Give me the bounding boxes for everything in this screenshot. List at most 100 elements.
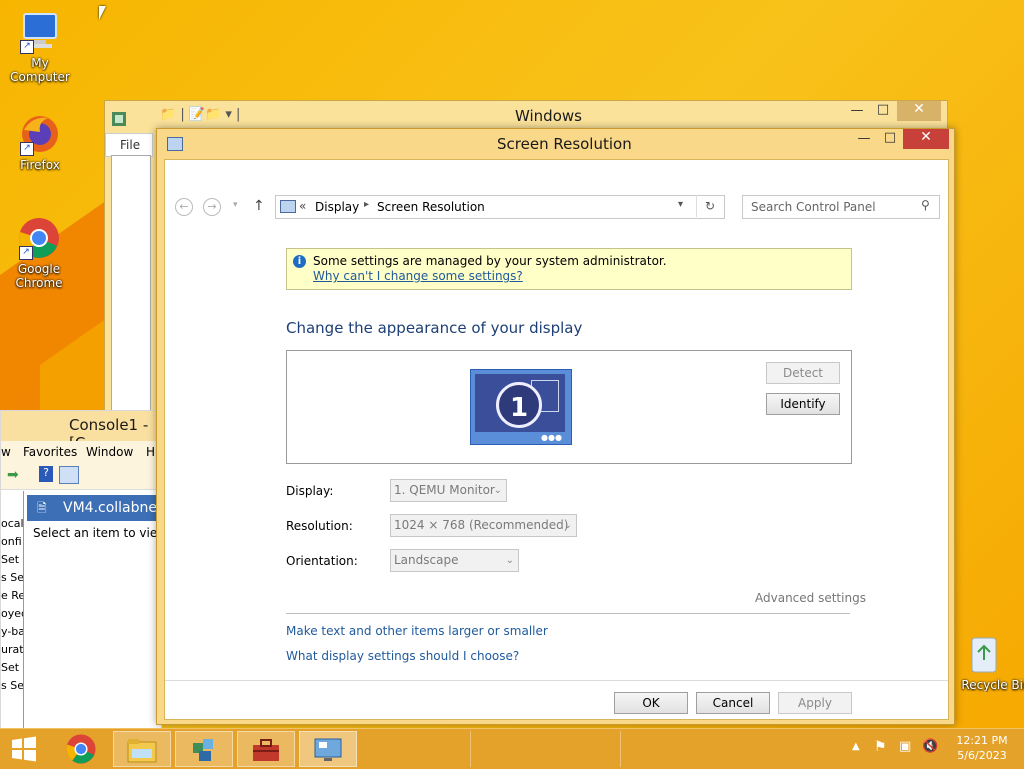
- close-button[interactable]: ✕: [903, 129, 949, 149]
- breadcrumb-display[interactable]: Display: [315, 200, 359, 214]
- start-button[interactable]: [0, 731, 48, 767]
- recent-dropdown-icon[interactable]: ▾: [233, 200, 238, 210]
- tree-item[interactable]: onfi: [1, 533, 23, 551]
- screen-resolution-dialog[interactable]: Screen Resolution — □ ✕ ← → ▾ ↑ « Displa…: [156, 128, 955, 725]
- maximize-button[interactable]: □: [879, 130, 901, 145]
- tree-item[interactable]: Set: [1, 551, 23, 569]
- maximize-button[interactable]: □: [873, 102, 893, 117]
- desktop-icon-label: Recycle Bin: [961, 678, 1024, 692]
- taskbar-file-explorer[interactable]: [113, 731, 171, 767]
- minimize-button[interactable]: —: [847, 103, 867, 118]
- file-menu-tab[interactable]: File: [105, 133, 153, 157]
- forward-arrow-icon[interactable]: →: [203, 198, 221, 216]
- volume-muted-icon[interactable]: 🔇: [922, 739, 938, 754]
- close-button[interactable]: ✕: [897, 101, 941, 121]
- taskbar-hyperv-manager[interactable]: [175, 731, 233, 767]
- quick-access-toolbar[interactable]: 📁 | 📝📁 ▾ |: [160, 107, 240, 122]
- menu-item-window[interactable]: Window: [86, 445, 133, 459]
- advanced-settings-link[interactable]: Advanced settings: [755, 591, 866, 605]
- tree-item[interactable]: e Re: [1, 587, 23, 605]
- tree-item[interactable]: urati: [1, 641, 23, 659]
- desktop-icon-label: Google Chrome: [15, 262, 63, 290]
- tree-item[interactable]: oyec: [1, 605, 23, 623]
- search-icon[interactable]: ⚲: [921, 198, 930, 212]
- toolbox-icon: [253, 739, 279, 761]
- why-cant-i-change-link[interactable]: Why can't I change some settings?: [313, 269, 523, 283]
- apply-button[interactable]: Apply: [778, 692, 852, 714]
- display-select[interactable]: 1. QEMU Monitor ⌄: [390, 479, 507, 502]
- info-icon: i: [293, 255, 306, 268]
- display-icon: [167, 137, 183, 151]
- resolution-label: Resolution:: [286, 519, 353, 533]
- export-icon[interactable]: ➡: [7, 467, 19, 483]
- display-settings-icon: [314, 738, 342, 761]
- search-placeholder: Search Control Panel: [751, 200, 876, 214]
- cancel-button[interactable]: Cancel: [696, 692, 770, 714]
- breadcrumb-screen-resolution[interactable]: Screen Resolution: [377, 200, 485, 214]
- menu-item-help[interactable]: H: [146, 445, 155, 459]
- display-settings-help-link[interactable]: What display settings should I choose?: [286, 649, 519, 663]
- taskbar-screen-resolution[interactable]: [299, 731, 357, 767]
- console-titlebar: Console1 - [C: [1, 411, 161, 452]
- address-dropdown-icon[interactable]: ▾: [678, 199, 683, 210]
- back-arrow-icon[interactable]: ←: [175, 198, 193, 216]
- identify-button[interactable]: Identify: [766, 393, 840, 415]
- management-console-icon: [193, 739, 213, 761]
- firefox-icon: ↗: [18, 112, 62, 156]
- dialog-client: ← → ▾ ↑ « Display ▸ Screen Resolution ▾ …: [164, 159, 949, 720]
- search-box[interactable]: Search Control Panel ⚲: [742, 195, 940, 219]
- help-icon[interactable]: ?: [39, 466, 53, 482]
- monitor-number-badge: 1: [496, 382, 542, 428]
- clock-time: 12:21 PM: [956, 734, 1008, 747]
- view-icon[interactable]: [59, 466, 79, 484]
- recycle-bin-icon: [966, 632, 1002, 676]
- console-window[interactable]: Console1 - [C w Favorites Window H ➡ ? o…: [0, 410, 179, 730]
- display-label: Display:: [286, 484, 334, 498]
- orientation-select[interactable]: Landscape ⌄: [390, 549, 519, 572]
- console-tab[interactable]: 🗎 VM4.collabnet: [27, 495, 163, 521]
- tree-item[interactable]: s Set: [1, 677, 23, 695]
- minimize-button[interactable]: —: [853, 131, 875, 146]
- refresh-icon[interactable]: ↻: [696, 195, 723, 217]
- show-hidden-icons-chevron-icon[interactable]: ▲: [852, 741, 860, 752]
- info-text: Some settings are managed by your system…: [313, 254, 667, 268]
- detect-button[interactable]: Detect: [766, 362, 840, 384]
- computer-icon: ↗: [18, 10, 62, 54]
- page-heading: Change the appearance of your display: [286, 319, 583, 337]
- desktop-icon-firefox[interactable]: ↗ Firefox: [0, 112, 80, 172]
- chevron-down-icon: ⌄: [493, 485, 502, 496]
- monitor-1-tile[interactable]: 1 ●●●: [470, 369, 572, 445]
- app-icon: [109, 109, 145, 133]
- clock-date: 5/6/2023: [957, 749, 1007, 762]
- tree-item[interactable]: Set: [1, 659, 23, 677]
- taskbar-chrome[interactable]: [52, 731, 110, 767]
- up-arrow-icon[interactable]: ↑: [253, 198, 265, 214]
- console-tree[interactable]: ocal onfi Set s Set e Re oyec y-ba urati…: [1, 491, 24, 729]
- ok-button[interactable]: OK: [614, 692, 688, 714]
- mouse-cursor: [99, 6, 106, 20]
- network-icon[interactable]: ▣: [899, 739, 911, 754]
- control-panel-icon: [280, 200, 296, 213]
- tree-item[interactable]: y-ba: [1, 623, 23, 641]
- chrome-icon: [66, 734, 96, 764]
- tree-item[interactable]: ocal: [1, 515, 23, 533]
- menu-item[interactable]: w: [1, 445, 11, 459]
- desktop-icon-label: Firefox: [20, 158, 60, 172]
- window-title: Windows: [515, 107, 582, 125]
- resolution-select[interactable]: 1024 × 768 (Recommended) ⌄: [390, 514, 577, 537]
- action-center-flag-icon[interactable]: ⚑: [874, 739, 887, 755]
- folder-icon: [127, 739, 157, 763]
- taskbar: ▲ ⚑ ▣ 🔇 12:21 PM 5/6/2023: [0, 728, 1024, 769]
- tree-item[interactable]: s Set: [1, 569, 23, 587]
- desktop-icon-recycle-bin[interactable]: Recycle Bin: [944, 632, 1024, 692]
- desktop-icon-chrome[interactable]: ↗ Google Chrome: [0, 216, 78, 290]
- orientation-label: Orientation:: [286, 554, 358, 568]
- chevron-down-icon: ⌄: [505, 555, 514, 566]
- address-bar[interactable]: « Display ▸ Screen Resolution ▾ ↻: [275, 195, 725, 219]
- desktop-icon-my-computer[interactable]: ↗ My Computer: [0, 10, 80, 84]
- menu-item-favorites[interactable]: Favorites: [23, 445, 77, 459]
- make-text-larger-link[interactable]: Make text and other items larger or smal…: [286, 624, 548, 638]
- taskbar-toolbox[interactable]: [237, 731, 295, 767]
- desktop-icon-label: My Computer: [10, 56, 70, 84]
- system-clock[interactable]: 12:21 PM 5/6/2023: [950, 733, 1014, 763]
